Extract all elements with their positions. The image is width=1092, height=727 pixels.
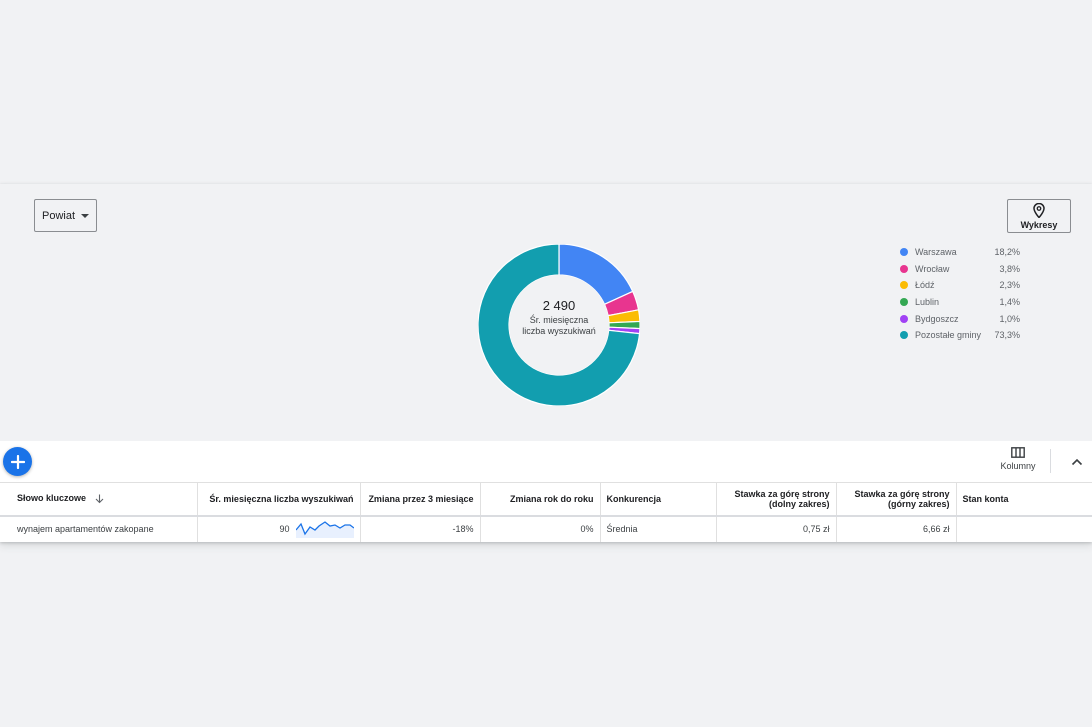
header-change-yoy[interactable]: Zmiana rok do roku [480, 482, 601, 517]
add-keyword-button[interactable] [3, 447, 32, 476]
header-bid-low[interactable]: Stawka za górę strony (dolny zakres) [716, 482, 837, 517]
header-bid-low-line1: Stawka za górę strony [734, 488, 830, 499]
cell-account-status [956, 516, 1092, 542]
legend-value: 18,2% [994, 247, 1020, 258]
legend-label: Pozostałe gminy [915, 330, 982, 341]
legend-label: Łódź [915, 280, 935, 291]
plus-icon [10, 454, 25, 469]
header-competition[interactable]: Konkurencja [600, 482, 717, 517]
cell-avg-searches: 90 [197, 515, 361, 542]
legend-item[interactable]: Bydgoszcz 1,0% [900, 310, 1020, 327]
keyword-planner-card: Powiat Wykresy 2 490 Śr. miesięczna licz… [0, 184, 1092, 542]
legend-value: 1,0% [999, 313, 1020, 324]
sort-arrow-down-icon [95, 494, 103, 504]
donut-center: 2 490 Śr. miesięczna liczba wyszukiwań [518, 298, 600, 337]
charts-button-label: Wykresy [1020, 219, 1058, 230]
legend-item[interactable]: Łódź 2,3% [900, 277, 1020, 294]
cell-change-yoy: 0% [480, 515, 601, 542]
legend-label: Lublin [915, 297, 940, 308]
columns-button[interactable]: Kolumny [996, 447, 1040, 471]
cell-bid-low: 0,75 zł [716, 515, 837, 542]
toolbar-divider [1050, 449, 1051, 473]
legend-swatch [900, 331, 908, 340]
chart-legend: Warszawa 18,2% Wrocław 3,8% Łódź 2,3% Lublin 1,… [900, 244, 1020, 344]
legend-swatch [900, 298, 908, 307]
legend-label: Wrocław [915, 263, 950, 274]
header-avg-searches[interactable]: Śr. miesięczna liczba wyszukiwań [197, 482, 361, 517]
donut-caption: Śr. miesięczna liczba wyszukiwań [522, 315, 596, 336]
caret-down-icon [81, 213, 90, 218]
header-keyword-label: Słowo kluczowe [17, 493, 87, 504]
table-header-row: Słowo kluczowe Śr. miesięczna liczba wys… [0, 482, 1092, 517]
header-change-3m[interactable]: Zmiana przez 3 miesiące [360, 482, 481, 517]
cell-keyword: wynajem apartamentów zakopane [0, 515, 198, 542]
keyword-table: Słowo kluczowe Śr. miesięczna liczba wys… [0, 482, 1092, 542]
avg-searches-value: 90 [279, 524, 290, 534]
legend-value: 2,3% [999, 280, 1020, 291]
legend-label: Warszawa [915, 247, 957, 258]
legend-value: 1,4% [999, 297, 1020, 308]
legend-swatch [900, 264, 908, 273]
cell-change-3m: -18% [360, 515, 481, 542]
dropdown-value: Powiat [41, 209, 76, 222]
location-pin-icon [1033, 202, 1045, 218]
location-level-dropdown[interactable]: Powiat [34, 199, 97, 232]
sparkline-chart [295, 521, 354, 538]
legend-label: Bydgoszcz [915, 313, 959, 324]
legend-swatch [900, 281, 908, 290]
header-keyword[interactable]: Słowo kluczowe [0, 482, 198, 517]
columns-button-label: Kolumny [1000, 461, 1036, 471]
legend-item[interactable]: Wrocław 3,8% [900, 261, 1020, 278]
cell-bid-high: 6,66 zł [836, 515, 957, 542]
legend-item[interactable]: Lublin 1,4% [900, 294, 1020, 311]
header-bid-high-line2: (górny zakres) [887, 498, 950, 509]
header-account-status[interactable]: Stan konta [956, 482, 1092, 517]
charts-button[interactable]: Wykresy [1007, 199, 1071, 233]
keyword-table-panel: Kolumny Słowo kluczowe Śr. miesięczna li… [0, 441, 1092, 542]
legend-value: 73,3% [994, 330, 1020, 341]
legend-value: 3,8% [999, 263, 1020, 274]
chevron-up-icon [1071, 458, 1083, 466]
donut-total: 2 490 [542, 298, 576, 313]
header-bid-high-line1: Stawka za górę strony [854, 488, 950, 499]
header-bid-low-line2: (dolny zakres) [768, 498, 830, 509]
legend-item[interactable]: Warszawa 18,2% [900, 244, 1020, 261]
legend-item[interactable]: Pozostałe gminy 73,3% [900, 327, 1020, 344]
collapse-button[interactable] [1068, 453, 1086, 471]
legend-swatch [900, 314, 908, 323]
legend-swatch [900, 248, 908, 257]
header-bid-high[interactable]: Stawka za górę strony (górny zakres) [836, 482, 957, 517]
table-row[interactable]: wynajem apartamentów zakopane 90 -18% 0%… [0, 515, 1092, 542]
chart-area: Powiat Wykresy 2 490 Śr. miesięczna licz… [0, 184, 1092, 441]
columns-icon [1011, 447, 1025, 458]
search-trend: 90 [204, 520, 354, 538]
cell-competition: Średnia [600, 515, 717, 542]
